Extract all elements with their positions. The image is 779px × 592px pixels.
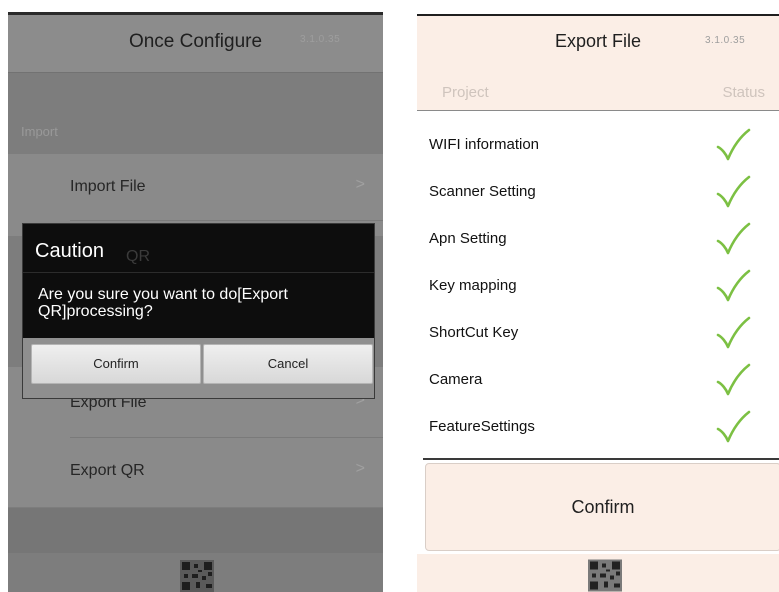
list-item-label: Camera: [429, 371, 483, 388]
check-icon: [716, 222, 751, 255]
list-item-label: Export QR: [70, 462, 145, 479]
qr-code-icon: [180, 560, 214, 592]
list-item[interactable]: FeatureSettings: [417, 405, 779, 452]
check-icon: [716, 269, 751, 302]
dialog-title: Caution: [35, 240, 104, 262]
caution-dialog: Caution QR Are you sure you want to do[E…: [23, 224, 374, 398]
column-header-status: Status: [722, 84, 765, 101]
table-header: Project Status: [417, 64, 779, 111]
check-icon: [716, 410, 751, 443]
check-icon: [716, 175, 751, 208]
check-icon: [716, 363, 751, 396]
list-item-label: ShortCut Key: [429, 324, 519, 341]
list-item-label: WIFI information: [429, 136, 540, 153]
confirm-button[interactable]: Confirm: [31, 344, 201, 384]
list-item-label: Import File: [70, 178, 146, 195]
list-item-label: Key mapping: [429, 277, 517, 294]
list-item[interactable]: WIFI information: [417, 123, 779, 170]
right-version-label: 3.1.0.35: [705, 35, 746, 46]
chevron-right-icon: >: [355, 176, 365, 193]
right-title-bar: Export File 3.1.0.35: [417, 16, 779, 64]
qr-code-icon: [588, 559, 622, 592]
confirm-button-label: Confirm: [571, 497, 635, 517]
left-title-bar: Once Configure 3.1.0.35: [8, 15, 383, 73]
column-header-project: Project: [442, 84, 489, 101]
check-icon: [716, 316, 751, 349]
chevron-right-icon: >: [355, 460, 365, 477]
obscured-item-label: QR: [126, 248, 150, 265]
list-item-label: Apn Setting: [429, 230, 507, 247]
list-item[interactable]: Scanner Setting: [417, 170, 779, 217]
bottom-strip: [8, 508, 383, 553]
list-item[interactable]: Apn Setting: [417, 217, 779, 264]
list-item[interactable]: ShortCut Key: [417, 311, 779, 358]
check-icon: [716, 128, 751, 161]
cancel-button[interactable]: Cancel: [203, 344, 373, 384]
list-item-export-qr[interactable]: Export QR >: [8, 438, 383, 504]
section-label-import: Import: [21, 124, 58, 139]
list-item[interactable]: Key mapping: [417, 264, 779, 311]
left-screen: Once Configure 3.1.0.35 Import Import Fi…: [8, 12, 383, 592]
divider: [423, 458, 779, 460]
list-item-import-file[interactable]: Import File >: [8, 154, 383, 220]
dialog-button-bar: Confirm Cancel: [23, 338, 374, 398]
divider: [70, 220, 383, 221]
list-item-label: FeatureSettings: [429, 418, 535, 435]
left-version-label: 3.1.0.35: [300, 34, 341, 45]
dialog-divider: [23, 272, 374, 273]
list-item-label: Scanner Setting: [429, 183, 536, 200]
confirm-button[interactable]: Confirm: [425, 463, 779, 551]
right-screen: Export File 3.1.0.35 Project Status WIFI…: [417, 14, 779, 592]
list-item[interactable]: Camera: [417, 358, 779, 405]
dialog-message: Are you sure you want to do[Export QR]pr…: [38, 286, 288, 320]
